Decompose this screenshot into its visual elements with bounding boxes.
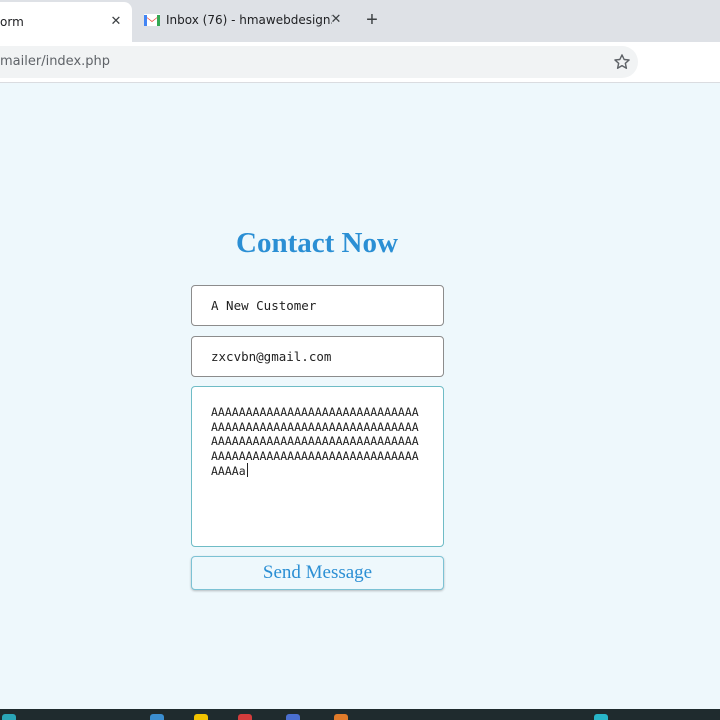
- close-tab-icon[interactable]: ✕: [328, 12, 344, 28]
- message-textarea[interactable]: AAAAAAAAAAAAAAAAAAAAAAAAAAAAAAAAAAAAAAAA…: [191, 386, 444, 547]
- tab-gmail-inbox[interactable]: Inbox (76) - hmawebdesign3@g ✕: [140, 0, 350, 40]
- taskbar-app-icon[interactable]: [150, 714, 164, 720]
- send-message-button[interactable]: Send Message: [191, 556, 444, 590]
- taskbar-app-icon[interactable]: [2, 714, 16, 720]
- close-tab-icon[interactable]: ✕: [108, 14, 124, 30]
- email-input[interactable]: zxcvbn@gmail.com: [191, 336, 444, 377]
- page-title: Contact Now: [236, 227, 398, 259]
- taskbar-app-icon[interactable]: [334, 714, 348, 720]
- taskbar-app-icon[interactable]: [238, 714, 252, 720]
- new-tab-button[interactable]: +: [362, 10, 382, 30]
- taskbar-app-icon[interactable]: [194, 714, 208, 720]
- tab-title: Inbox (76) - hmawebdesign3@g: [166, 13, 332, 27]
- taskbar-app-icon[interactable]: [594, 714, 608, 720]
- browser-tab-strip: orm ✕ Inbox (76) - hmawebdesign3@g ✕ +: [0, 0, 720, 42]
- name-input[interactable]: A New Customer: [191, 285, 444, 326]
- bookmark-star-icon[interactable]: [612, 52, 632, 72]
- gmail-icon: [144, 14, 160, 26]
- tab-title: orm: [0, 15, 24, 29]
- page-content: Contact Now A New Customer zxcvbn@gmail.…: [0, 83, 720, 709]
- message-text: AAAAAAAAAAAAAAAAAAAAAAAAAAAAAAAAAAAAAAAA…: [211, 405, 419, 478]
- text-caret: [246, 463, 248, 477]
- tab-contact-form[interactable]: orm ✕: [0, 2, 132, 42]
- os-taskbar: [0, 709, 720, 720]
- browser-toolbar: mailer/index.php: [0, 42, 720, 83]
- address-bar[interactable]: mailer/index.php: [0, 46, 638, 78]
- url-text: mailer/index.php: [0, 54, 111, 69]
- taskbar-app-icon[interactable]: [286, 714, 300, 720]
